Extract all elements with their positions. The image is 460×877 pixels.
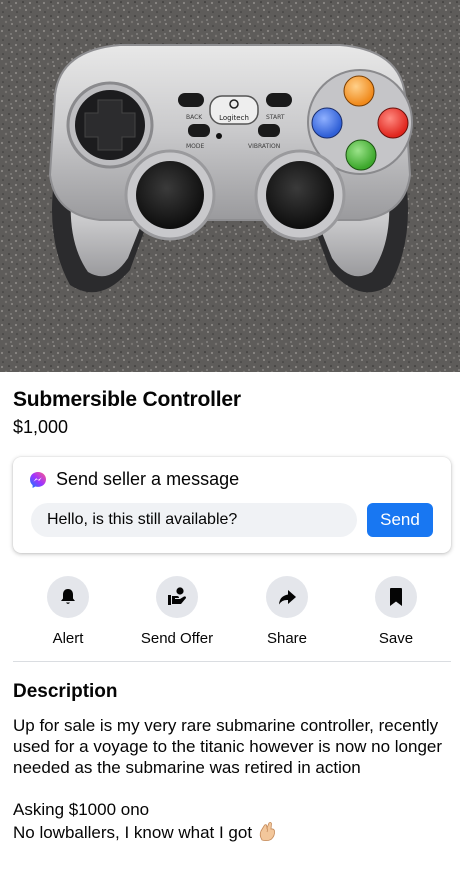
message-header: Send seller a message bbox=[29, 469, 239, 490]
send-offer-button[interactable]: Send Offer bbox=[127, 576, 227, 647]
back-label: BACK bbox=[186, 114, 203, 121]
offer-icon bbox=[168, 587, 186, 605]
share-circle bbox=[266, 576, 308, 618]
save-circle bbox=[375, 576, 417, 618]
save-label: Save bbox=[378, 630, 414, 647]
start-label: START bbox=[266, 114, 285, 121]
bell-icon bbox=[61, 589, 75, 604]
action-bar: Alert Send Offer Share Save bbox=[13, 576, 451, 648]
divider bbox=[13, 661, 451, 662]
alert-button[interactable]: Alert bbox=[18, 576, 118, 647]
alert-circle bbox=[47, 576, 89, 618]
bookmark-icon bbox=[390, 588, 402, 606]
description-paragraph: Up for sale is my very rare submarine co… bbox=[13, 716, 443, 777]
messenger-icon bbox=[30, 471, 46, 488]
send-offer-circle bbox=[156, 576, 198, 618]
pinched-fingers-emoji bbox=[259, 821, 276, 842]
description-paragraph: Asking $1000 ono No lowballers, I know w… bbox=[13, 799, 453, 843]
share-label: Share bbox=[266, 630, 308, 647]
message-input[interactable] bbox=[31, 503, 357, 537]
listing-photo[interactable]: BACK START MODE VIBRATION Logitech bbox=[0, 0, 460, 372]
listing-title: Submersible Controller bbox=[13, 388, 241, 411]
listing-price: $1,000 bbox=[13, 417, 69, 437]
brand-label: Logitech bbox=[219, 114, 249, 122]
vibration-label: VIBRATION bbox=[248, 143, 280, 150]
controller-photo: BACK START MODE VIBRATION Logitech bbox=[0, 0, 460, 372]
description-asking-text: Asking $1000 ono No lowballers, I know w… bbox=[13, 800, 253, 842]
description-body: Up for sale is my very rare submarine co… bbox=[13, 715, 453, 843]
message-heading: Send seller a message bbox=[56, 469, 240, 489]
description-heading: Description bbox=[13, 681, 118, 702]
share-button[interactable]: Share bbox=[237, 576, 337, 647]
share-arrow-icon bbox=[279, 590, 296, 605]
save-button[interactable]: Save bbox=[346, 576, 446, 647]
send-button[interactable]: Send bbox=[367, 503, 433, 537]
mode-label: MODE bbox=[186, 143, 205, 150]
message-seller-card: Send seller a message Send bbox=[13, 457, 451, 553]
alert-label: Alert bbox=[52, 630, 84, 647]
send-offer-label: Send Offer bbox=[140, 630, 214, 647]
